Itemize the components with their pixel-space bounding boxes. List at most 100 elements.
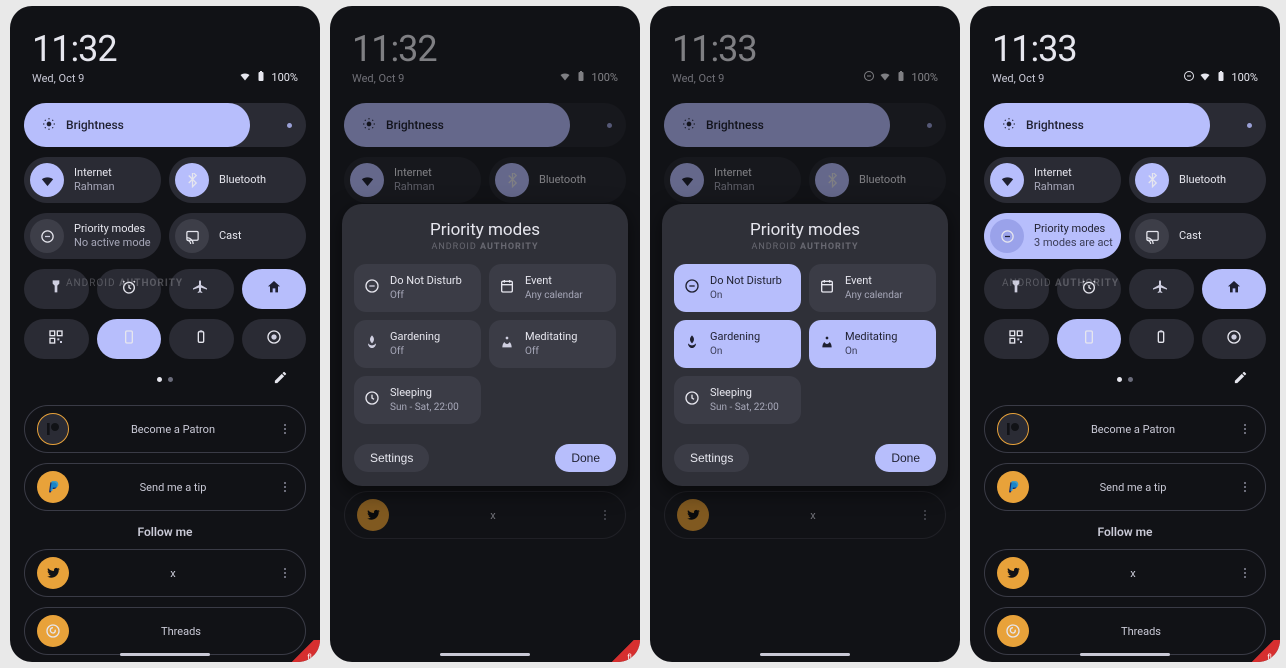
notif-patron[interactable]: Become a Patron (984, 405, 1266, 453)
tile-alarm[interactable] (97, 269, 162, 309)
record-icon (1226, 329, 1242, 349)
brightness-slider[interactable]: Brightness (344, 103, 626, 147)
edit-button[interactable] (273, 370, 288, 389)
nav-pill[interactable] (440, 653, 530, 656)
tile-airplane[interactable] (169, 269, 234, 309)
more-icon[interactable] (277, 424, 293, 434)
more-icon[interactable] (277, 568, 293, 578)
notif-tip[interactable]: Send me a tip (24, 463, 306, 511)
status-bar: 11:33Wed, Oct 9100% (970, 6, 1280, 85)
tile-rotate[interactable] (1057, 319, 1122, 359)
tile-bluetooth[interactable]: Bluetooth (489, 157, 626, 203)
rotate-icon (121, 329, 137, 349)
more-icon[interactable] (1237, 482, 1253, 492)
settings-button[interactable]: Settings (674, 444, 749, 472)
brightness-slider[interactable]: Brightness (24, 103, 306, 147)
more-icon[interactable] (277, 482, 293, 492)
nav-pill[interactable] (1080, 653, 1170, 656)
notif-threads[interactable]: Threads (984, 607, 1266, 655)
tile-qr[interactable] (984, 319, 1049, 359)
watermark: ANDROID AUTHORITY (354, 242, 616, 252)
dnd-status-icon (1183, 70, 1195, 85)
tile-bluetooth[interactable]: Bluetooth (169, 157, 306, 203)
home-icon (1226, 279, 1242, 299)
brightness-icon (42, 117, 56, 134)
notif-tip[interactable]: Send me a tip (984, 463, 1266, 511)
tile-flashlight[interactable] (24, 269, 89, 309)
priority-modes-popup: Priority modesANDROID AUTHORITYDo Not Di… (342, 204, 628, 486)
tile-home[interactable] (1202, 269, 1267, 309)
bluetooth-icon (815, 163, 849, 197)
tile-flashlight[interactable] (984, 269, 1049, 309)
battery-text: 100% (591, 71, 618, 84)
notif-threads[interactable]: Threads (24, 607, 306, 655)
notif-x[interactable]: x (344, 491, 626, 539)
brightness-slider[interactable]: Brightness (984, 103, 1266, 147)
nav-pill[interactable] (120, 653, 210, 656)
tile-internet[interactable]: InternetRahman (984, 157, 1121, 203)
tile-priority-modes[interactable]: Priority modes3 modes are act (984, 213, 1121, 259)
more-icon[interactable] (597, 510, 613, 520)
mode-tile-meditating[interactable]: MeditatingOn (809, 320, 936, 368)
status-bar: 11:32Wed, Oct 9100% (330, 6, 640, 85)
mode-tile-sleeping[interactable]: SleepingSun - Sat, 22:00 (354, 376, 481, 424)
flexi-badge: flexi (1238, 640, 1280, 662)
tile-bluetooth[interactable]: Bluetooth (809, 157, 946, 203)
brightness-slider[interactable]: Brightness (664, 103, 946, 147)
tile-battery-saver[interactable] (169, 319, 234, 359)
brightness-label: Brightness (24, 117, 124, 134)
tile-alarm[interactable] (1057, 269, 1122, 309)
more-icon[interactable] (1237, 568, 1253, 578)
tile-cast[interactable]: Cast (1129, 213, 1266, 259)
follow-header: Follow me (24, 525, 306, 539)
more-icon[interactable] (917, 510, 933, 520)
mode-tile-gardening[interactable]: GardeningOff (354, 320, 481, 368)
dnd-icon (30, 219, 64, 253)
nav-pill[interactable] (760, 653, 850, 656)
tile-rotate[interactable] (97, 319, 162, 359)
mode-tile-dnd[interactable]: Do Not DisturbOn (674, 264, 801, 312)
tile-record[interactable] (242, 319, 307, 359)
done-button[interactable]: Done (875, 444, 936, 472)
tile-home[interactable] (242, 269, 307, 309)
brightness-label: Brightness (984, 117, 1084, 134)
more-icon[interactable] (1237, 424, 1253, 434)
tile-internet[interactable]: InternetRahman (664, 157, 801, 203)
notif-x[interactable]: x (664, 491, 946, 539)
brightness-handle (1247, 123, 1252, 128)
tile-internet[interactable]: InternetRahman (24, 157, 161, 203)
notif-x[interactable]: x (24, 549, 306, 597)
mode-tile-dnd[interactable]: Do Not DisturbOff (354, 264, 481, 312)
tile-battery-saver[interactable] (1129, 319, 1194, 359)
tile-bluetooth[interactable]: Bluetooth (1129, 157, 1266, 203)
flashlight-icon (48, 279, 64, 299)
tile-priority-modes[interactable]: Priority modesNo active mode (24, 213, 161, 259)
done-button[interactable]: Done (555, 444, 616, 472)
edit-button[interactable] (1233, 370, 1248, 389)
notif-patron[interactable]: Become a Patron (24, 405, 306, 453)
tile-qr[interactable] (24, 319, 89, 359)
threads-icon (37, 615, 69, 647)
mode-tile-event[interactable]: EventAny calendar (809, 264, 936, 312)
quick-settings: Brightness InternetRahmanBluetoothPriorit… (10, 85, 320, 395)
brightness-icon (1002, 117, 1016, 134)
flexi-badge: flexi (278, 640, 320, 662)
sleeping-icon (364, 390, 380, 410)
tile-cast[interactable]: Cast (169, 213, 306, 259)
tile-airplane[interactable] (1129, 269, 1194, 309)
patreon-icon (37, 413, 69, 445)
settings-button[interactable]: Settings (354, 444, 429, 472)
tile-internet[interactable]: InternetRahman (344, 157, 481, 203)
meditating-icon (499, 334, 515, 354)
tile-record[interactable] (1202, 319, 1267, 359)
brightness-icon (682, 117, 696, 134)
mode-tile-event[interactable]: EventAny calendar (489, 264, 616, 312)
notif-x[interactable]: x (984, 549, 1266, 597)
qr-icon (1008, 329, 1024, 349)
dnd-icon (364, 278, 380, 298)
mode-tile-sleeping[interactable]: SleepingSun - Sat, 22:00 (674, 376, 801, 424)
brightness-handle (927, 123, 932, 128)
batterySaver-icon (193, 329, 209, 349)
mode-tile-gardening[interactable]: GardeningOn (674, 320, 801, 368)
mode-tile-meditating[interactable]: MeditatingOff (489, 320, 616, 368)
